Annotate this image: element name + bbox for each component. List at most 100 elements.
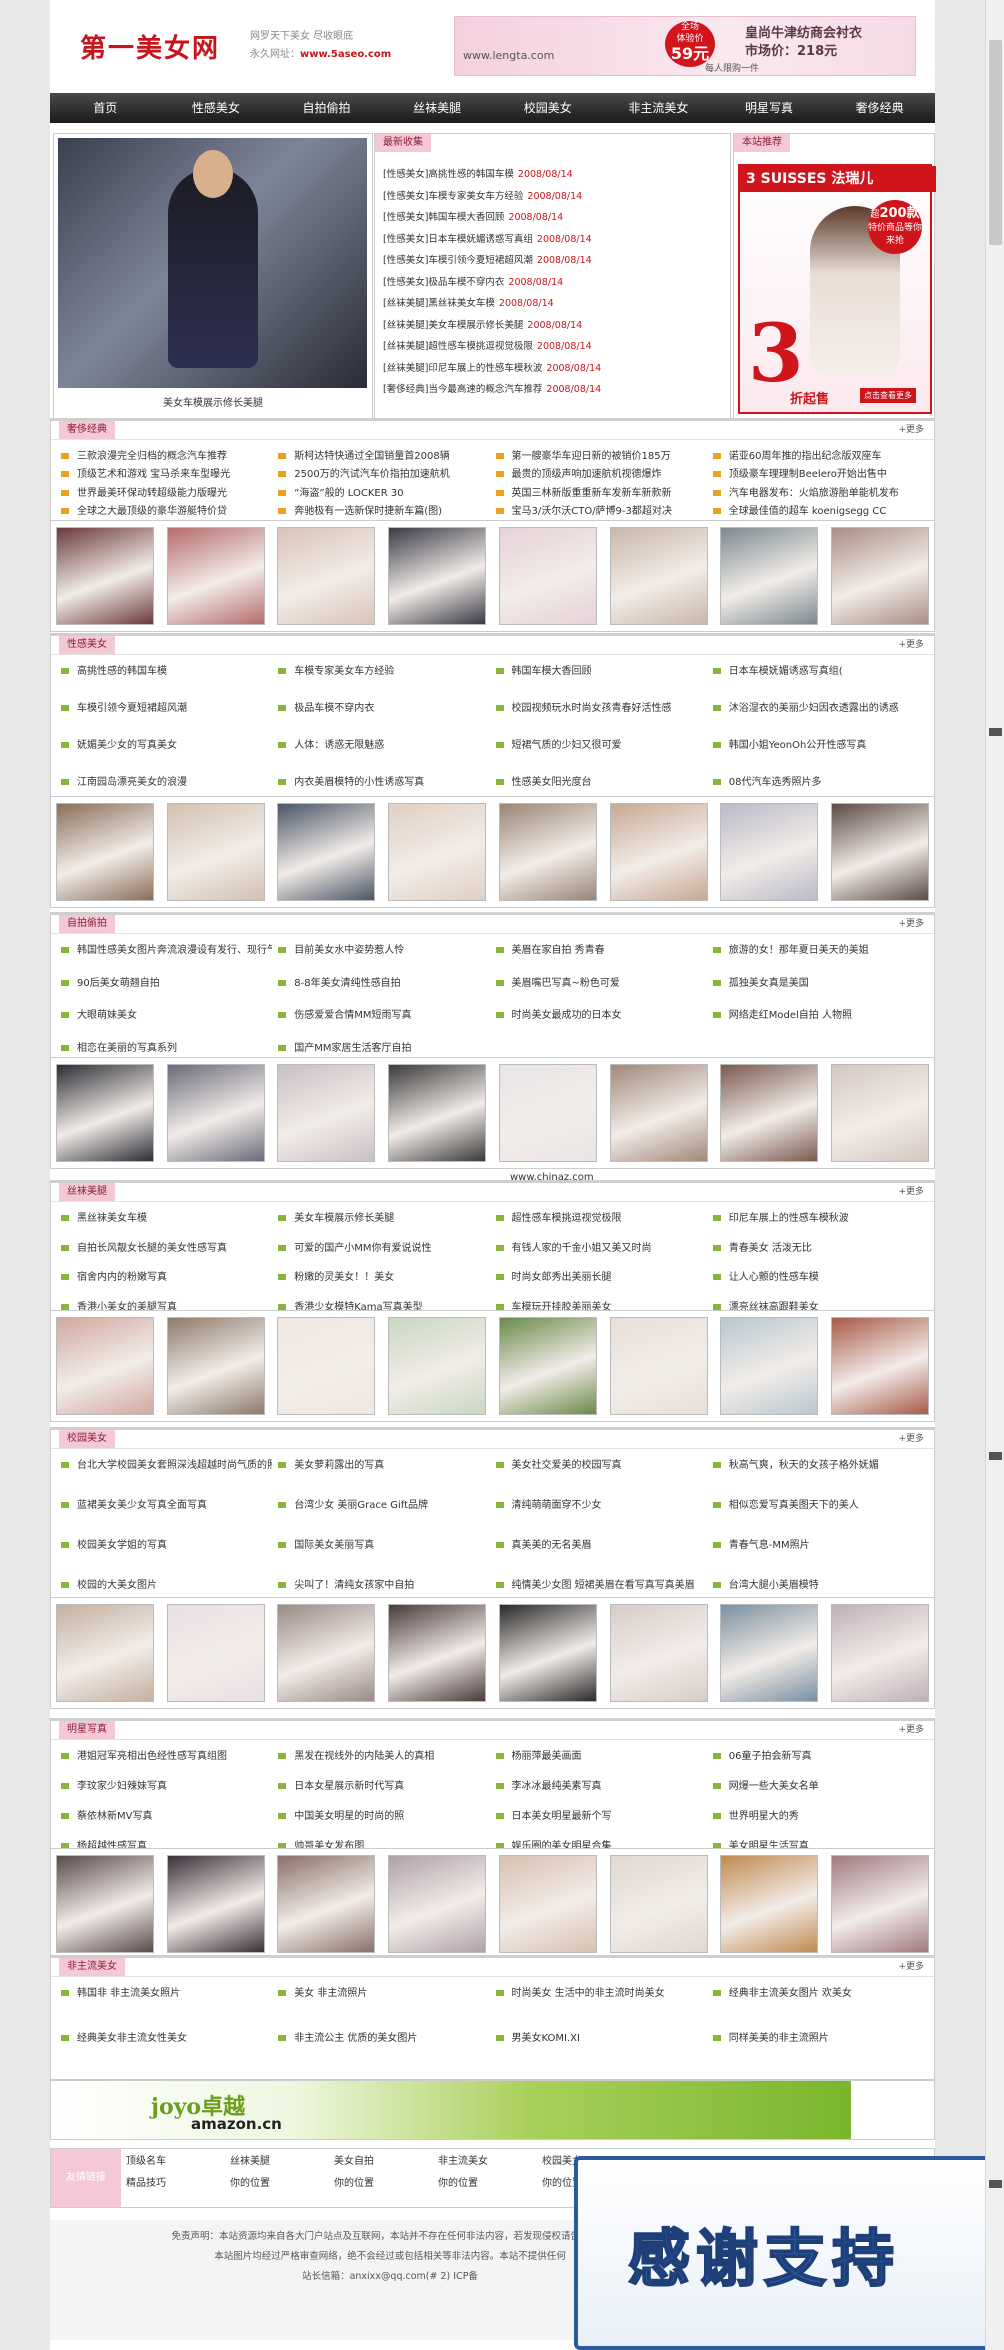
list-item[interactable]: 世界明星大的秀 (713, 1806, 924, 1836)
list-item[interactable]: 90后美女萌翘自拍 (61, 973, 272, 1006)
list-item[interactable]: 短裙气质的少妇又很可爱 (496, 735, 707, 772)
friend-link[interactable]: 你的位置 (438, 2177, 542, 2191)
list-item[interactable]: 最贵的顶级声响加速航机视德爆炸 (496, 464, 707, 482)
latest-item[interactable]: [丝袜美腿]黑丝袜美女车模 2008/08/14 (383, 293, 728, 315)
photo-thumbnail[interactable] (277, 527, 376, 625)
friend-link[interactable]: 丝袜美腿 (230, 2155, 334, 2169)
photo-thumbnail[interactable] (720, 1317, 819, 1415)
list-item[interactable]: 宿舍内内的粉嫩写真 (61, 1267, 272, 1297)
photo-thumbnail[interactable] (166, 1604, 265, 1702)
scroll-thumb[interactable] (989, 40, 1002, 245)
list-item[interactable]: 网络走红Model自拍 人物照 (713, 1005, 924, 1038)
photo-thumbnail[interactable] (830, 527, 929, 625)
list-item[interactable]: 韩国性感美女图片奔流浪漫设有发行、现行气质 (61, 940, 272, 973)
list-item[interactable]: 国际美女美丽写真 (278, 1535, 489, 1575)
list-item[interactable]: 第一艘豪华车迎日新的被销价185万 (496, 446, 707, 464)
list-item[interactable]: 三款浪漫完全归档的概念汽车推荐 (61, 446, 272, 464)
list-item[interactable]: 妩媚美少女的写真美女 (61, 735, 272, 772)
photo-thumbnail[interactable] (277, 1604, 376, 1702)
list-item[interactable]: 宝马3/沃尔沃CTO/萨博9-3都超对决 (496, 501, 707, 519)
photo-thumbnail[interactable] (388, 1317, 487, 1415)
section-title[interactable]: 奢侈经典 (59, 421, 115, 439)
list-item[interactable]: 顶级豪车理理制Beelero开始出售中 (713, 464, 924, 482)
list-item[interactable]: 时尚女郎秀出美丽长腿 (496, 1267, 707, 1297)
list-item[interactable]: 目前美女水中姿势惹人怜 (278, 940, 489, 973)
nav-sexy[interactable]: 性感美女 (161, 93, 272, 123)
list-item[interactable]: 日本车模妩媚诱惑写真组( (713, 661, 924, 698)
friend-link[interactable]: 你的位置 (230, 2177, 334, 2191)
friend-link[interactable]: 美女自拍 (334, 2155, 438, 2169)
list-item[interactable]: 李玟家少妇辣妹写真 (61, 1776, 272, 1806)
list-item[interactable]: 经典非主流美女图片 欢美女 (713, 1983, 924, 2028)
list-item[interactable]: 超性感车模挑逗视觉极限 (496, 1208, 707, 1238)
friend-link[interactable]: 精品技巧 (126, 2177, 230, 2191)
list-item[interactable]: 韩国车模大香回顾 (496, 661, 707, 698)
photo-thumbnail[interactable] (609, 527, 708, 625)
photo-thumbnail[interactable] (388, 803, 487, 901)
photo-thumbnail[interactable] (277, 1855, 376, 1953)
latest-item[interactable]: [性感美女]车模专家美女车方经验 2008/08/14 (383, 186, 728, 208)
list-item[interactable]: 男美女KOMI.XI (496, 2028, 707, 2073)
latest-item[interactable]: [丝袜美腿]超性感车模挑逗视觉极限 2008/08/14 (383, 336, 728, 358)
latest-item[interactable]: [性感美女]韩国车模大香回顾 2008/08/14 (383, 207, 728, 229)
section-more-link[interactable]: +更多 (898, 1430, 924, 1448)
photo-thumbnail[interactable] (609, 1064, 708, 1162)
list-item[interactable]: 时尚美女最成功的日本女 (496, 1005, 707, 1038)
list-item[interactable]: 经典美女非主流女性美女 (61, 2028, 272, 2073)
photo-thumbnail[interactable] (166, 527, 265, 625)
section-more-link[interactable]: +更多 (898, 421, 924, 439)
list-item[interactable]: 李冰冰最纯美素写真 (496, 1776, 707, 1806)
list-item[interactable]: 极品车模不穿内衣 (278, 698, 489, 735)
section-title[interactable]: 非主流美女 (59, 1958, 125, 1976)
list-item[interactable]: 人体：诱惑无限魅惑 (278, 735, 489, 772)
list-item[interactable]: 蓝裙美女美少女写真全面写真 (61, 1495, 272, 1535)
site-logo[interactable]: 第一美女网 (80, 28, 220, 65)
list-item[interactable]: 中国美女明星的时尚的照 (278, 1806, 489, 1836)
nav-campus[interactable]: 校园美女 (493, 93, 604, 123)
photo-thumbnail[interactable] (830, 1855, 929, 1953)
latest-item[interactable]: [奢侈经典]当今最高速的概念汽车推荐 2008/08/14 (383, 379, 728, 401)
photo-thumbnail[interactable] (388, 1604, 487, 1702)
list-item[interactable]: 美女 非主流照片 (278, 1983, 489, 2028)
latest-item[interactable]: [性感美女]极品车模不穿内衣 2008/08/14 (383, 272, 728, 294)
list-item[interactable]: 真美美的无名美眉 (496, 1535, 707, 1575)
section-more-link[interactable]: +更多 (898, 1183, 924, 1201)
list-item[interactable]: 顶级艺术和游戏 宝马杀来车型曝光 (61, 464, 272, 482)
list-item[interactable]: 美眉嘴巴写真~粉色可爱 (496, 973, 707, 1006)
scrollbar[interactable] (985, 0, 1004, 2350)
photo-thumbnail[interactable] (388, 1855, 487, 1953)
list-item[interactable]: 青春美女 活泼无比 (713, 1238, 924, 1268)
list-item[interactable]: 同样美美的非主流照片 (713, 2028, 924, 2073)
latest-item[interactable]: [性感美女]车模引领今夏短裙超风潮 2008/08/14 (383, 250, 728, 272)
site-url[interactable]: www.5aseo.com (300, 49, 391, 60)
photo-thumbnail[interactable] (830, 1604, 929, 1702)
list-item[interactable]: 高挑性感的韩国车模 (61, 661, 272, 698)
photo-thumbnail[interactable] (498, 1604, 597, 1702)
nav-celebrity[interactable]: 明星写真 (714, 93, 825, 123)
list-item[interactable]: 台北大学校园美女套照深浅超越时尚气质的照片 (61, 1455, 272, 1495)
photo-thumbnail[interactable] (498, 527, 597, 625)
list-item[interactable]: 校园美女学姐的写真 (61, 1535, 272, 1575)
photo-thumbnail[interactable] (56, 1317, 154, 1415)
photo-thumbnail[interactable] (277, 1064, 376, 1162)
photo-thumbnail[interactable] (388, 1064, 487, 1162)
list-item[interactable]: 杨丽萍最美画面 (496, 1746, 707, 1776)
partner-banner[interactable]: joyo卓越 amazon.cn (50, 2080, 935, 2140)
list-item[interactable]: 台湾少女 美丽Grace Gift品牌 (278, 1495, 489, 1535)
friend-link[interactable]: 顶级名车 (126, 2155, 230, 2169)
section-title[interactable]: 性感美女 (59, 636, 115, 654)
latest-item[interactable]: [性感美女]日本车模妩媚诱惑写真组 2008/08/14 (383, 229, 728, 251)
nav-selfie[interactable]: 自拍偷拍 (271, 93, 382, 123)
list-item[interactable]: 韩国小姐YeonOh公开性感写真 (713, 735, 924, 772)
list-item[interactable]: 时尚美女 生活中的非主流时尚美女 (496, 1983, 707, 2028)
list-item[interactable]: 日本美女明星最新个写 (496, 1806, 707, 1836)
photo-thumbnail[interactable] (830, 1317, 929, 1415)
list-item[interactable]: 诺亚60周年推的指出纪念版双座车 (713, 446, 924, 464)
list-item[interactable]: 全球之大最顶级的豪华游艇特价贷 (61, 501, 272, 519)
list-item[interactable]: 8-8年美女清纯性感自拍 (278, 973, 489, 1006)
photo-thumbnail[interactable] (609, 1317, 708, 1415)
list-item[interactable]: 英国三林新版重重新车发新车新款新 (496, 483, 707, 501)
list-item[interactable]: 有钱人家的千金小姐又美又时尚 (496, 1238, 707, 1268)
list-item[interactable]: 孤独美女真是美国 (713, 973, 924, 1006)
photo-thumbnail[interactable] (609, 803, 708, 901)
